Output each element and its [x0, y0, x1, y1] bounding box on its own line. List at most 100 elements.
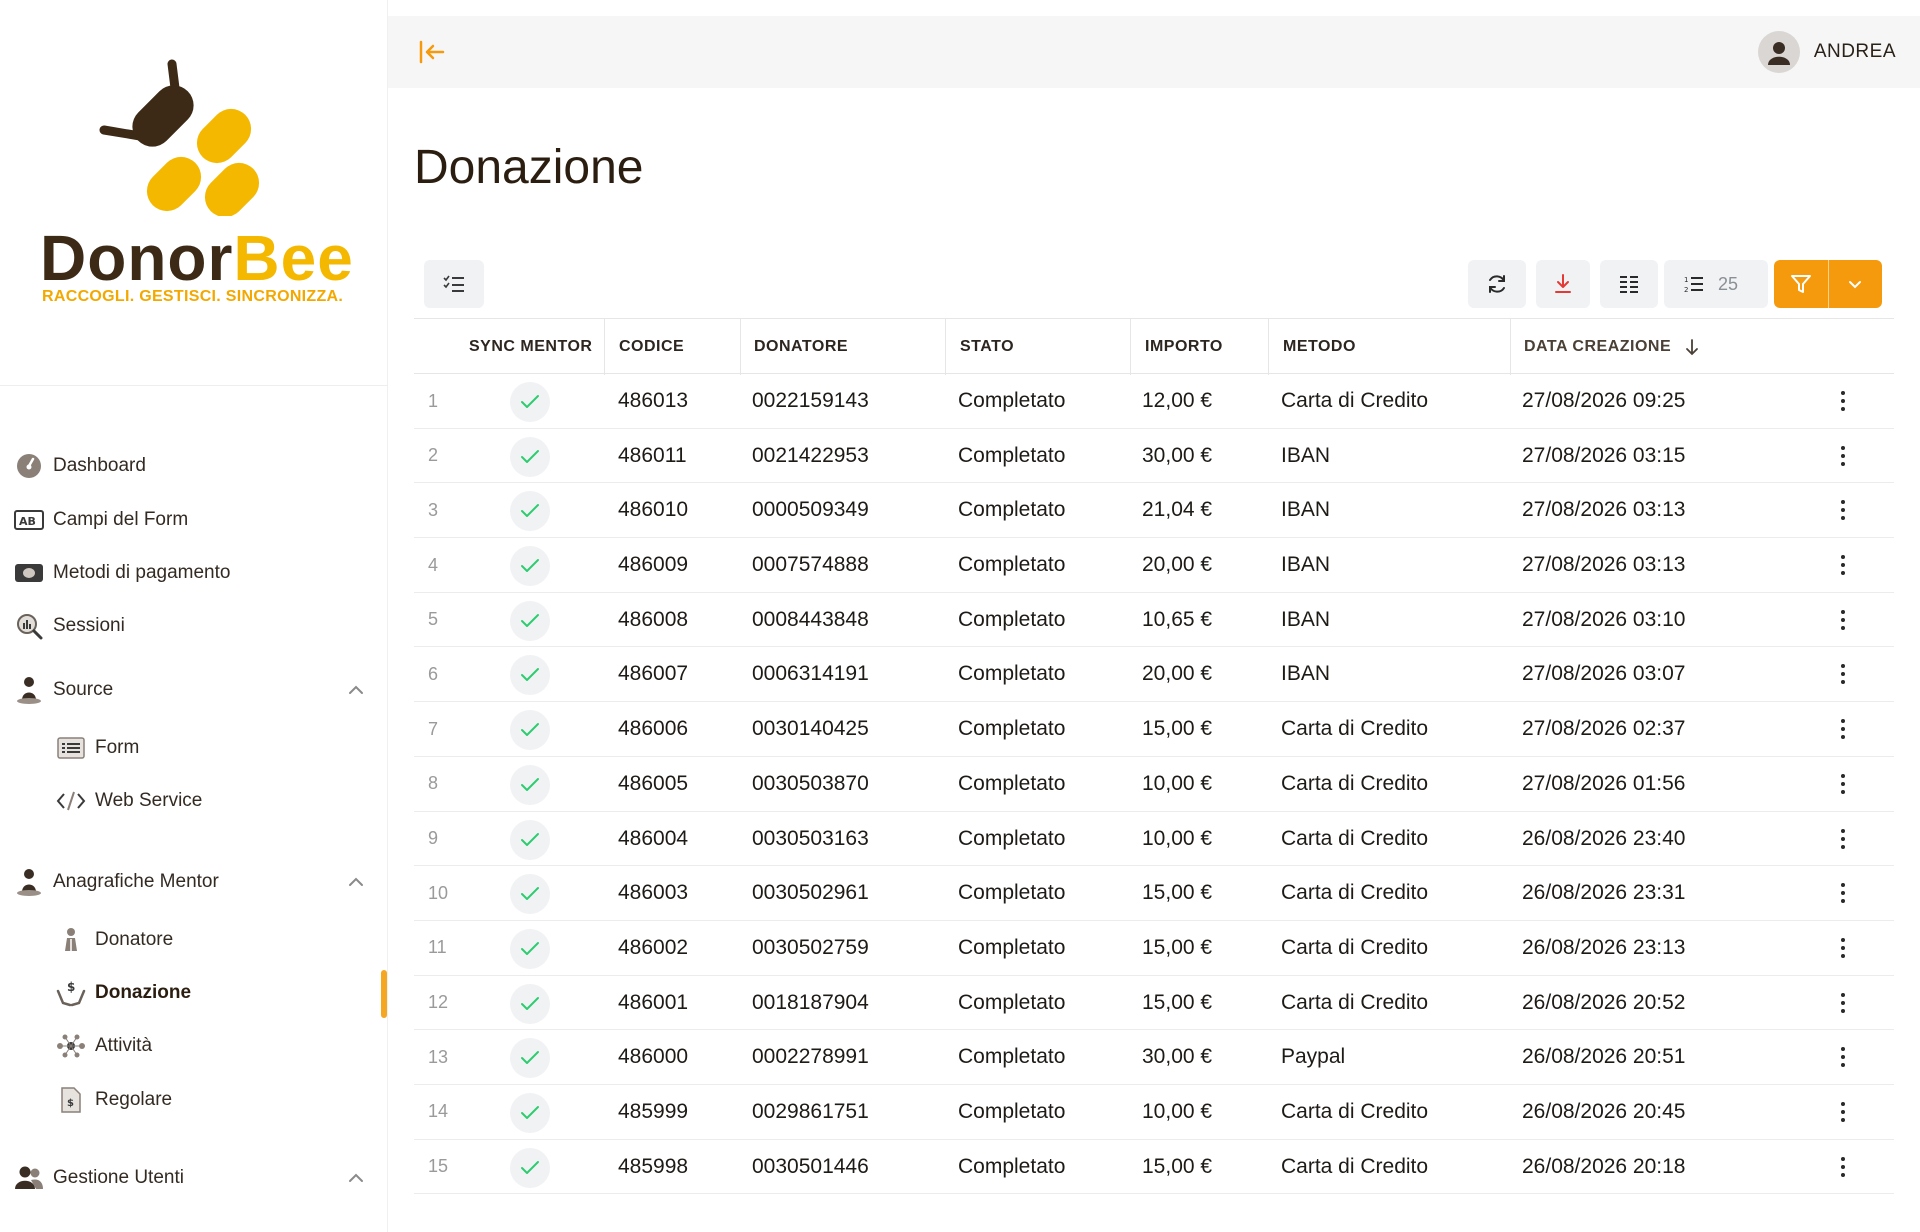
- row-actions-button[interactable]: [1828, 441, 1858, 471]
- row-number: 1: [428, 390, 439, 411]
- row-number: 5: [428, 609, 439, 630]
- table-row[interactable]: 1 486013 0022159143 Completato 12,00 € Carta …: [414, 374, 1894, 429]
- column-header-sync-mentor[interactable]: SYNC MENTOR: [469, 319, 592, 375]
- sync-status: [510, 928, 550, 969]
- brand-name-dark: Donor: [40, 222, 234, 294]
- cell-donatore: 0002278991: [752, 1045, 869, 1069]
- density-button[interactable]: [1600, 260, 1658, 308]
- filter-dropdown-button[interactable]: [1827, 260, 1883, 308]
- table-row[interactable]: 4 486009 0007574888 Completato 20,00 € IBAN 27…: [414, 538, 1894, 593]
- row-actions-button[interactable]: [1828, 1152, 1858, 1182]
- cell-codice: 486007: [618, 662, 689, 686]
- row-actions-button[interactable]: [1828, 1097, 1858, 1127]
- column-chooser-button[interactable]: [424, 260, 484, 308]
- chevron-up-icon[interactable]: [344, 870, 368, 894]
- sidebar-item-regolare[interactable]: $ Regolare: [56, 1080, 172, 1120]
- sidebar-item-metodi-di-pagamento[interactable]: Metodi di pagamento: [14, 553, 230, 593]
- export-button[interactable]: [1536, 260, 1590, 308]
- cell-codice: 486000: [618, 1045, 689, 1069]
- sidebar-item-form[interactable]: Form: [56, 728, 139, 768]
- check-icon: [521, 996, 539, 1010]
- row-actions-button[interactable]: [1828, 659, 1858, 689]
- arrow-down-icon[interactable]: [1685, 338, 1699, 356]
- table-row[interactable]: 11 486002 0030502759 Completato 15,00 € Carta…: [414, 921, 1894, 976]
- chevron-up-icon[interactable]: [344, 1166, 368, 1190]
- sync-status: [510, 655, 550, 696]
- column-header-donatore[interactable]: DONATORE: [754, 319, 848, 375]
- person-icon: [14, 675, 44, 705]
- cell-metodo: IBAN: [1281, 553, 1331, 577]
- active-indicator: [381, 970, 387, 1018]
- sidebar-group-gestione-utenti[interactable]: Gestione Utenti: [14, 1158, 374, 1198]
- check-icon: [521, 723, 539, 737]
- svg-text:2: 2: [1684, 286, 1688, 293]
- collapse-sidebar-icon[interactable]: [416, 36, 448, 68]
- sidebar-item-sessioni[interactable]: Sessioni: [14, 606, 125, 646]
- column-header-stato[interactable]: STATO: [960, 319, 1014, 375]
- cell-donatore: 0007574888: [752, 553, 869, 577]
- cell-data-creazione: 26/08/2026 23:13: [1522, 935, 1686, 959]
- row-actions-button[interactable]: [1828, 495, 1858, 525]
- row-actions-button[interactable]: [1828, 386, 1858, 416]
- chevron-up-icon[interactable]: [344, 678, 368, 702]
- sidebar-item-attivita[interactable]: Attività: [56, 1026, 152, 1066]
- sidebar-item-dashboard[interactable]: Dashboard: [14, 446, 146, 486]
- row-actions-button[interactable]: [1828, 988, 1858, 1018]
- sidebar-group-source[interactable]: Source: [14, 670, 374, 710]
- logo[interactable]: DonorBee RACCOGLI. GESTISCI. SINCRONIZZA…: [0, 0, 388, 386]
- refresh-button[interactable]: [1468, 260, 1526, 308]
- row-actions-button[interactable]: [1828, 1042, 1858, 1072]
- cell-codice: 485999: [618, 1099, 689, 1123]
- rows-per-page-button[interactable]: 12 25: [1664, 260, 1768, 308]
- table-row[interactable]: 13 486000 0002278991 Completato 30,00 € Paypa…: [414, 1030, 1894, 1085]
- table-row[interactable]: 8 486005 0030503870 Completato 10,00 € Carta …: [414, 757, 1894, 812]
- table-row[interactable]: 14 485999 0029861751 Completato 10,00 € Carta…: [414, 1085, 1894, 1140]
- svg-text:$: $: [67, 1098, 74, 1109]
- column-header-importo[interactable]: IMPORTO: [1145, 319, 1223, 375]
- table-row[interactable]: 9 486004 0030503163 Completato 10,00 € Carta …: [414, 812, 1894, 867]
- table-row[interactable]: 6 486007 0006314191 Completato 20,00 € IBAN 27…: [414, 647, 1894, 703]
- row-number: 2: [428, 445, 439, 466]
- avatar[interactable]: [1757, 31, 1800, 73]
- donor-icon: [56, 925, 86, 955]
- cell-codice: 486011: [618, 443, 687, 467]
- row-actions-button[interactable]: [1828, 769, 1858, 799]
- table-row[interactable]: 3 486010 0000509349 Completato 21,04 € IBAN 27…: [414, 483, 1894, 539]
- row-actions-button[interactable]: [1828, 605, 1858, 635]
- sidebar-item-label: Dashboard: [53, 455, 146, 476]
- cell-donatore: 0030501446: [752, 1154, 869, 1178]
- download-icon: [1555, 274, 1571, 293]
- more-vertical-icon: [1841, 881, 1845, 905]
- column-header-codice[interactable]: CODICE: [619, 319, 684, 375]
- table-row[interactable]: 12 486001 0018187904 Completato 15,00 € Carta…: [414, 976, 1894, 1031]
- row-actions-button[interactable]: [1828, 824, 1858, 854]
- sidebar-item-donatore[interactable]: Donatore: [56, 920, 173, 960]
- row-actions-button[interactable]: [1828, 550, 1858, 580]
- table-row[interactable]: 5 486008 0008443848 Completato 10,65 € IBAN 27…: [414, 593, 1894, 648]
- table-row[interactable]: 2 486011 0021422953 Completato 30,00 € IBAN 27…: [414, 429, 1894, 484]
- cell-codice: 486002: [618, 935, 689, 959]
- column-header-data-creazione[interactable]: DATA CREAZIONE: [1524, 319, 1699, 375]
- check-icon: [521, 941, 539, 955]
- sidebar-group-label: Source: [53, 679, 114, 700]
- sidebar-item-web-service[interactable]: Web Service: [56, 781, 202, 821]
- row-actions-button[interactable]: [1828, 933, 1858, 963]
- column-header-metodo[interactable]: METODO: [1283, 319, 1356, 375]
- table-row[interactable]: 7 486006 0030140425 Completato 15,00 € Carta …: [414, 702, 1894, 757]
- sync-status: [510, 382, 550, 422]
- sidebar-item-donazione[interactable]: $ Donazione: [56, 973, 191, 1013]
- sidebar-item-campi-del-form[interactable]: AB Campi del Form: [14, 500, 188, 540]
- table-row[interactable]: 15 485998 0030501446 Completato 15,00 € Carta…: [414, 1140, 1894, 1195]
- cell-data-creazione: 27/08/2026 01:56: [1522, 771, 1686, 795]
- filter-button[interactable]: [1774, 260, 1828, 308]
- cell-donatore: 0030140425: [752, 717, 869, 741]
- sync-status: [510, 710, 550, 751]
- cell-codice: 486013: [618, 389, 689, 412]
- svg-text:AB: AB: [19, 515, 36, 528]
- table-row[interactable]: 10 486003 0030502961 Completato 15,00 € Carta…: [414, 866, 1894, 921]
- cell-metodo: Carta di Credito: [1281, 1154, 1429, 1178]
- row-actions-button[interactable]: [1828, 878, 1858, 908]
- sidebar-group-anagrafiche-mentor[interactable]: Anagrafiche Mentor: [14, 862, 374, 902]
- user-menu[interactable]: ANDREA: [1757, 30, 1896, 74]
- row-actions-button[interactable]: [1828, 714, 1858, 744]
